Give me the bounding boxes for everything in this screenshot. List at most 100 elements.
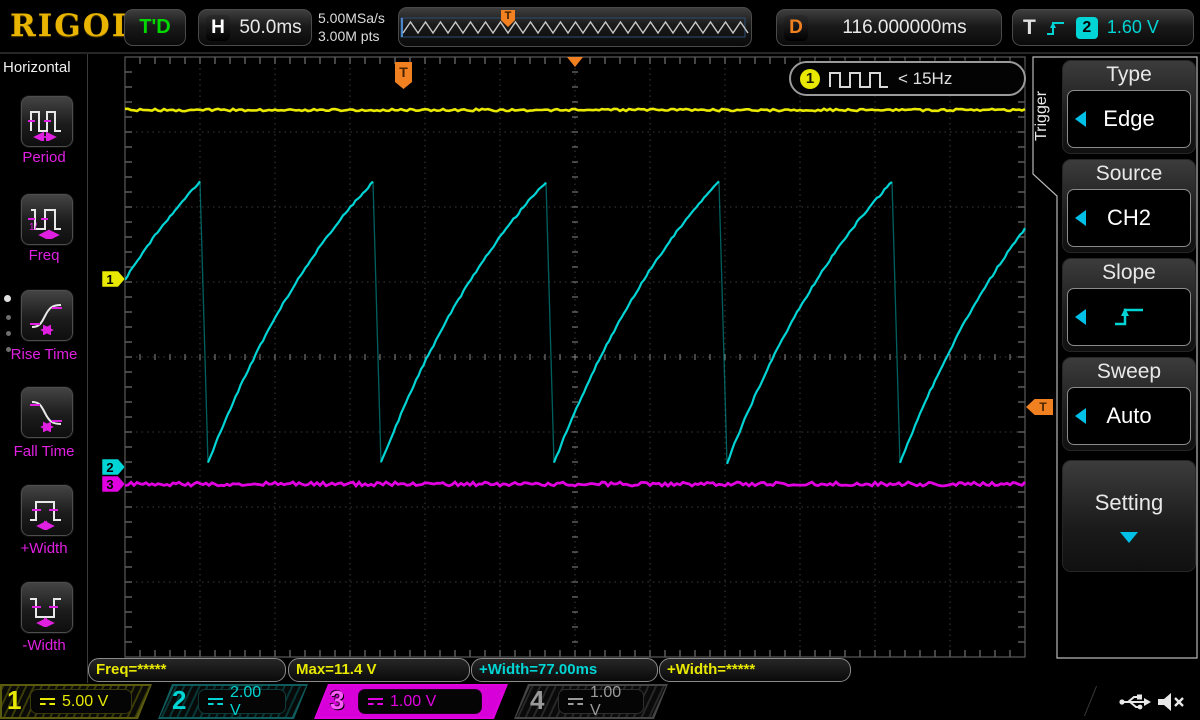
ch4-number: 4 — [530, 685, 545, 715]
usb-icon — [1119, 694, 1151, 710]
svg-text:2: 2 — [106, 460, 113, 475]
minus-width-button[interactable] — [20, 581, 74, 634]
memory-depth: 3.00M pts — [318, 28, 380, 44]
ch2-number: 2 — [172, 685, 187, 715]
freq-button[interactable]: 1/ — [20, 193, 74, 246]
d-label: D — [784, 14, 808, 41]
counter-channel-badge: 1 — [800, 68, 820, 89]
channel-3-cell-selected[interactable]: 3 1.00 V — [314, 684, 508, 719]
rise-time-button[interactable] — [20, 289, 74, 342]
dc-coupling-icon — [40, 698, 55, 705]
channel-ref-markers: 1 2 3 — [101, 270, 126, 493]
menu-page-dot — [6, 331, 11, 336]
measurement-pwidth2: +Width=***** — [659, 658, 851, 682]
trigger-level-value: 1.60 V — [1106, 17, 1159, 37]
svg-text:3: 3 — [106, 477, 113, 492]
channel-2-cell[interactable]: 2 2.00 V — [158, 684, 308, 719]
menu-page-dot-active — [4, 295, 11, 302]
left-arrow-icon — [1075, 408, 1086, 424]
plus-width-icon — [30, 500, 61, 530]
top-status-bar: RIGOL T'D H 50.0ms 5.00MSa/s 3.00M pts T… — [0, 0, 1200, 54]
type-header: Type — [1106, 63, 1152, 86]
left-arrow-icon — [1075, 111, 1086, 127]
freq-icon: 1/ — [28, 208, 61, 239]
plus-width-label: +Width — [20, 540, 68, 557]
channel-1-cell[interactable]: 1 5.00 V — [0, 684, 152, 719]
ch3-scale: 1.00 V — [390, 692, 437, 710]
dc-coupling-icon — [208, 698, 223, 705]
counter-value: < 15Hz — [898, 68, 953, 88]
measurement-pwidth: +Width=77.00ms — [471, 658, 658, 682]
menu-page-dot — [6, 347, 11, 352]
ch3-number: 3 — [330, 685, 345, 715]
horizontal-center-marker — [567, 57, 583, 67]
square-wave-icon — [829, 71, 888, 88]
delay-value: 116.000000ms — [842, 16, 967, 38]
ch3-scale-box: 1.00 V — [358, 689, 482, 714]
rising-edge-icon — [1046, 21, 1064, 35]
ch2-scale: 2.00 V — [230, 683, 262, 719]
rigol-logo: RIGOL — [10, 8, 136, 44]
fall-time-label: Fall Time — [13, 443, 75, 460]
ch2-scale-box: 2.00 V — [198, 684, 286, 719]
t-label: T — [1023, 15, 1036, 39]
left-arrow-icon — [1075, 210, 1086, 226]
ch4-scale: 1.00 V — [590, 683, 622, 719]
preview-waveform — [400, 17, 749, 38]
trigger-type-button[interactable]: Type Edge — [1062, 60, 1196, 154]
period-icon — [28, 110, 61, 141]
ch4-scale-box: 1.00 V — [558, 684, 644, 719]
measurement-max: Max=11.4 V — [288, 658, 470, 682]
trigger-source-button[interactable]: Source CH2 — [1062, 159, 1196, 253]
dc-coupling-icon — [368, 698, 383, 705]
rise-time-icon — [30, 303, 62, 335]
acquisition-info: 5.00MSa/s 3.00M pts — [318, 9, 396, 45]
frequency-counter-badge: 1 < 15Hz — [789, 61, 1026, 96]
trigger-source-badge: 2 — [1075, 16, 1098, 39]
oscilloscope-screen: RIGOL T'D H 50.0ms 5.00MSa/s 3.00M pts T… — [0, 0, 1200, 720]
type-value: Edge — [1103, 106, 1155, 131]
ch1-scale: 5.00 V — [62, 692, 109, 710]
period-button[interactable] — [20, 95, 74, 148]
source-header: Source — [1095, 162, 1163, 185]
minus-width-icon — [30, 597, 61, 627]
source-value: CH2 — [1106, 205, 1151, 230]
speaker-muted-icon — [1158, 693, 1184, 711]
rising-edge-icon — [1115, 308, 1143, 326]
trigger-setting-button[interactable]: Setting — [1062, 460, 1196, 572]
ch1-scale-box: 5.00 V — [30, 689, 132, 714]
fall-time-button[interactable] — [20, 386, 74, 439]
waveform-preview-strip — [398, 7, 752, 47]
svg-text:1/: 1/ — [29, 222, 38, 233]
trigger-sweep-button[interactable]: Sweep Auto — [1062, 357, 1196, 451]
trigger-status-text: T'D — [139, 16, 171, 38]
sweep-value: Auto — [1106, 403, 1152, 428]
horizontal-measure-menu: Horizontal Period 1/ Freq Rise Time Fall… — [0, 54, 88, 684]
left-arrow-icon — [1075, 309, 1086, 325]
scope-display: 1 2 3 — [101, 56, 1027, 658]
trigger-delay-box[interactable]: D 116.000000ms — [776, 9, 1002, 46]
svg-text:1: 1 — [106, 272, 113, 287]
slope-header: Slope — [1102, 261, 1156, 284]
statusbar-divider — [1083, 686, 1098, 716]
rise-time-label: Rise Time — [10, 346, 78, 363]
trigger-status-indicator: T'D — [124, 9, 186, 46]
measurement-freq: Freq=***** — [88, 658, 286, 682]
trigger-tab: Trigger — [1033, 90, 1050, 142]
trigger-slope-button[interactable]: Slope — [1062, 258, 1196, 352]
h-label: H — [206, 14, 230, 41]
fall-time-icon — [30, 400, 62, 432]
horizontal-timebase-box[interactable]: H 50.0ms — [198, 9, 312, 46]
channel-status-bar: 1 5.00 V 2 2.00 V 3 1.00 V 4 1.00 V — [0, 683, 1200, 720]
left-menu-title: Horizontal — [3, 59, 71, 76]
minus-width-label: -Width — [22, 637, 66, 654]
sweep-header: Sweep — [1096, 360, 1162, 383]
timebase-value: 50.0ms — [239, 16, 302, 38]
graticule-grid — [124, 56, 1026, 658]
plus-width-button[interactable] — [20, 484, 74, 537]
ch1-number: 1 — [7, 685, 22, 715]
period-label: Period — [22, 149, 66, 166]
trigger-info-box[interactable]: T 2 1.60 V — [1012, 9, 1194, 46]
channel-4-cell[interactable]: 4 1.00 V — [514, 684, 668, 719]
down-arrow-icon — [1120, 531, 1138, 543]
